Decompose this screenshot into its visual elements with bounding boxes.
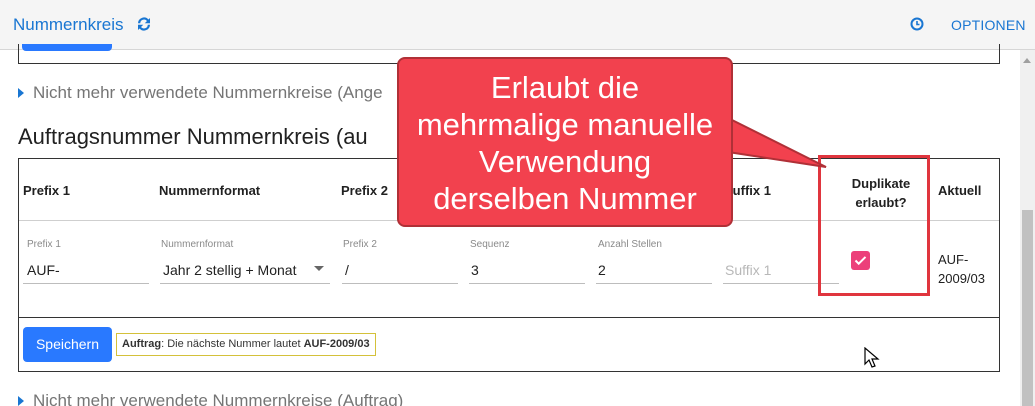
callout-line4: derselben Nummer <box>433 181 697 216</box>
format-select[interactable]: Jahr 2 stellig + Monat <box>163 262 296 278</box>
prefix1-label: Prefix 1 <box>27 239 61 250</box>
info-number: AUF-2009/03 <box>303 338 370 350</box>
prefix1-underline <box>23 283 149 284</box>
refresh-icon[interactable] <box>135 15 153 33</box>
suffix1-input[interactable]: Suffix 1 <box>725 262 771 278</box>
prefix2-label: Prefix 2 <box>343 239 377 250</box>
dropdown-arrow-icon[interactable] <box>314 266 324 271</box>
format-label: Nummernformat <box>161 239 234 250</box>
sequence-label: Sequenz <box>470 239 510 250</box>
scroll-up-arrow[interactable] <box>1023 58 1031 63</box>
callout-line1: Erlaubt die <box>490 70 640 105</box>
clock-icon[interactable] <box>910 17 924 31</box>
header-number-format: Nummernformat <box>159 183 261 198</box>
sequence-input[interactable]: 3 <box>471 262 479 278</box>
current-number-line1: AUF- <box>938 252 969 267</box>
toggle-label-bottom: Nicht mehr verwendete Nummernkreise (Auf… <box>33 391 404 406</box>
callout-line3: Verwendung <box>478 144 652 179</box>
save-button[interactable]: Speichern <box>23 327 112 362</box>
unused-number-ranges-toggle[interactable]: Nicht mehr verwendete Nummernkreise (Ang… <box>18 83 383 103</box>
footer-divider <box>19 317 999 318</box>
callout-bubble: Erlaubt die mehrmalige manuelle Verwendu… <box>397 57 733 227</box>
callout-line2: mehrmalige manuelle <box>416 107 714 142</box>
sequence-underline <box>469 283 585 284</box>
toggle-label: Nicht mehr verwendete Nummernkreise (Ang… <box>33 83 383 102</box>
digits-underline <box>596 283 712 284</box>
header-prefix2: Prefix 2 <box>341 183 388 198</box>
caret-right-icon <box>18 396 24 406</box>
digits-label: Anzahl Stellen <box>598 239 662 250</box>
highlight-box <box>818 155 930 296</box>
format-underline <box>160 283 330 284</box>
unused-number-ranges-toggle-bottom[interactable]: Nicht mehr verwendete Nummernkreise (Auf… <box>18 391 403 406</box>
caret-right-icon <box>18 88 24 98</box>
current-number-line2: 2009/03 <box>938 271 985 286</box>
top-bar: Nummernkreis OPTIONEN <box>0 0 1035 50</box>
current-number: AUF- 2009/03 <box>938 250 998 288</box>
mouse-cursor-icon <box>864 347 880 368</box>
prefix2-underline <box>342 283 458 284</box>
header-current: Aktuell <box>938 183 982 198</box>
page-title: Nummernkreis <box>13 15 124 34</box>
digits-input[interactable]: 2 <box>598 262 606 278</box>
prefix1-input[interactable]: AUF- <box>27 262 60 278</box>
prefix2-input[interactable]: / <box>345 262 349 278</box>
info-text: : Die nächste Nummer lautet <box>161 338 304 350</box>
info-prefix: Auftrag <box>122 338 162 350</box>
previous-save-button[interactable] <box>22 44 112 51</box>
section-heading: Auftragsnummer Nummernkreis (au <box>18 124 368 149</box>
next-number-info: Auftrag: Die nächste Nummer lautet AUF-2… <box>116 333 376 356</box>
scrollbar-thumb[interactable] <box>1022 210 1033 406</box>
header-prefix1: Prefix 1 <box>23 183 70 198</box>
options-button[interactable]: OPTIONEN <box>951 17 1026 33</box>
